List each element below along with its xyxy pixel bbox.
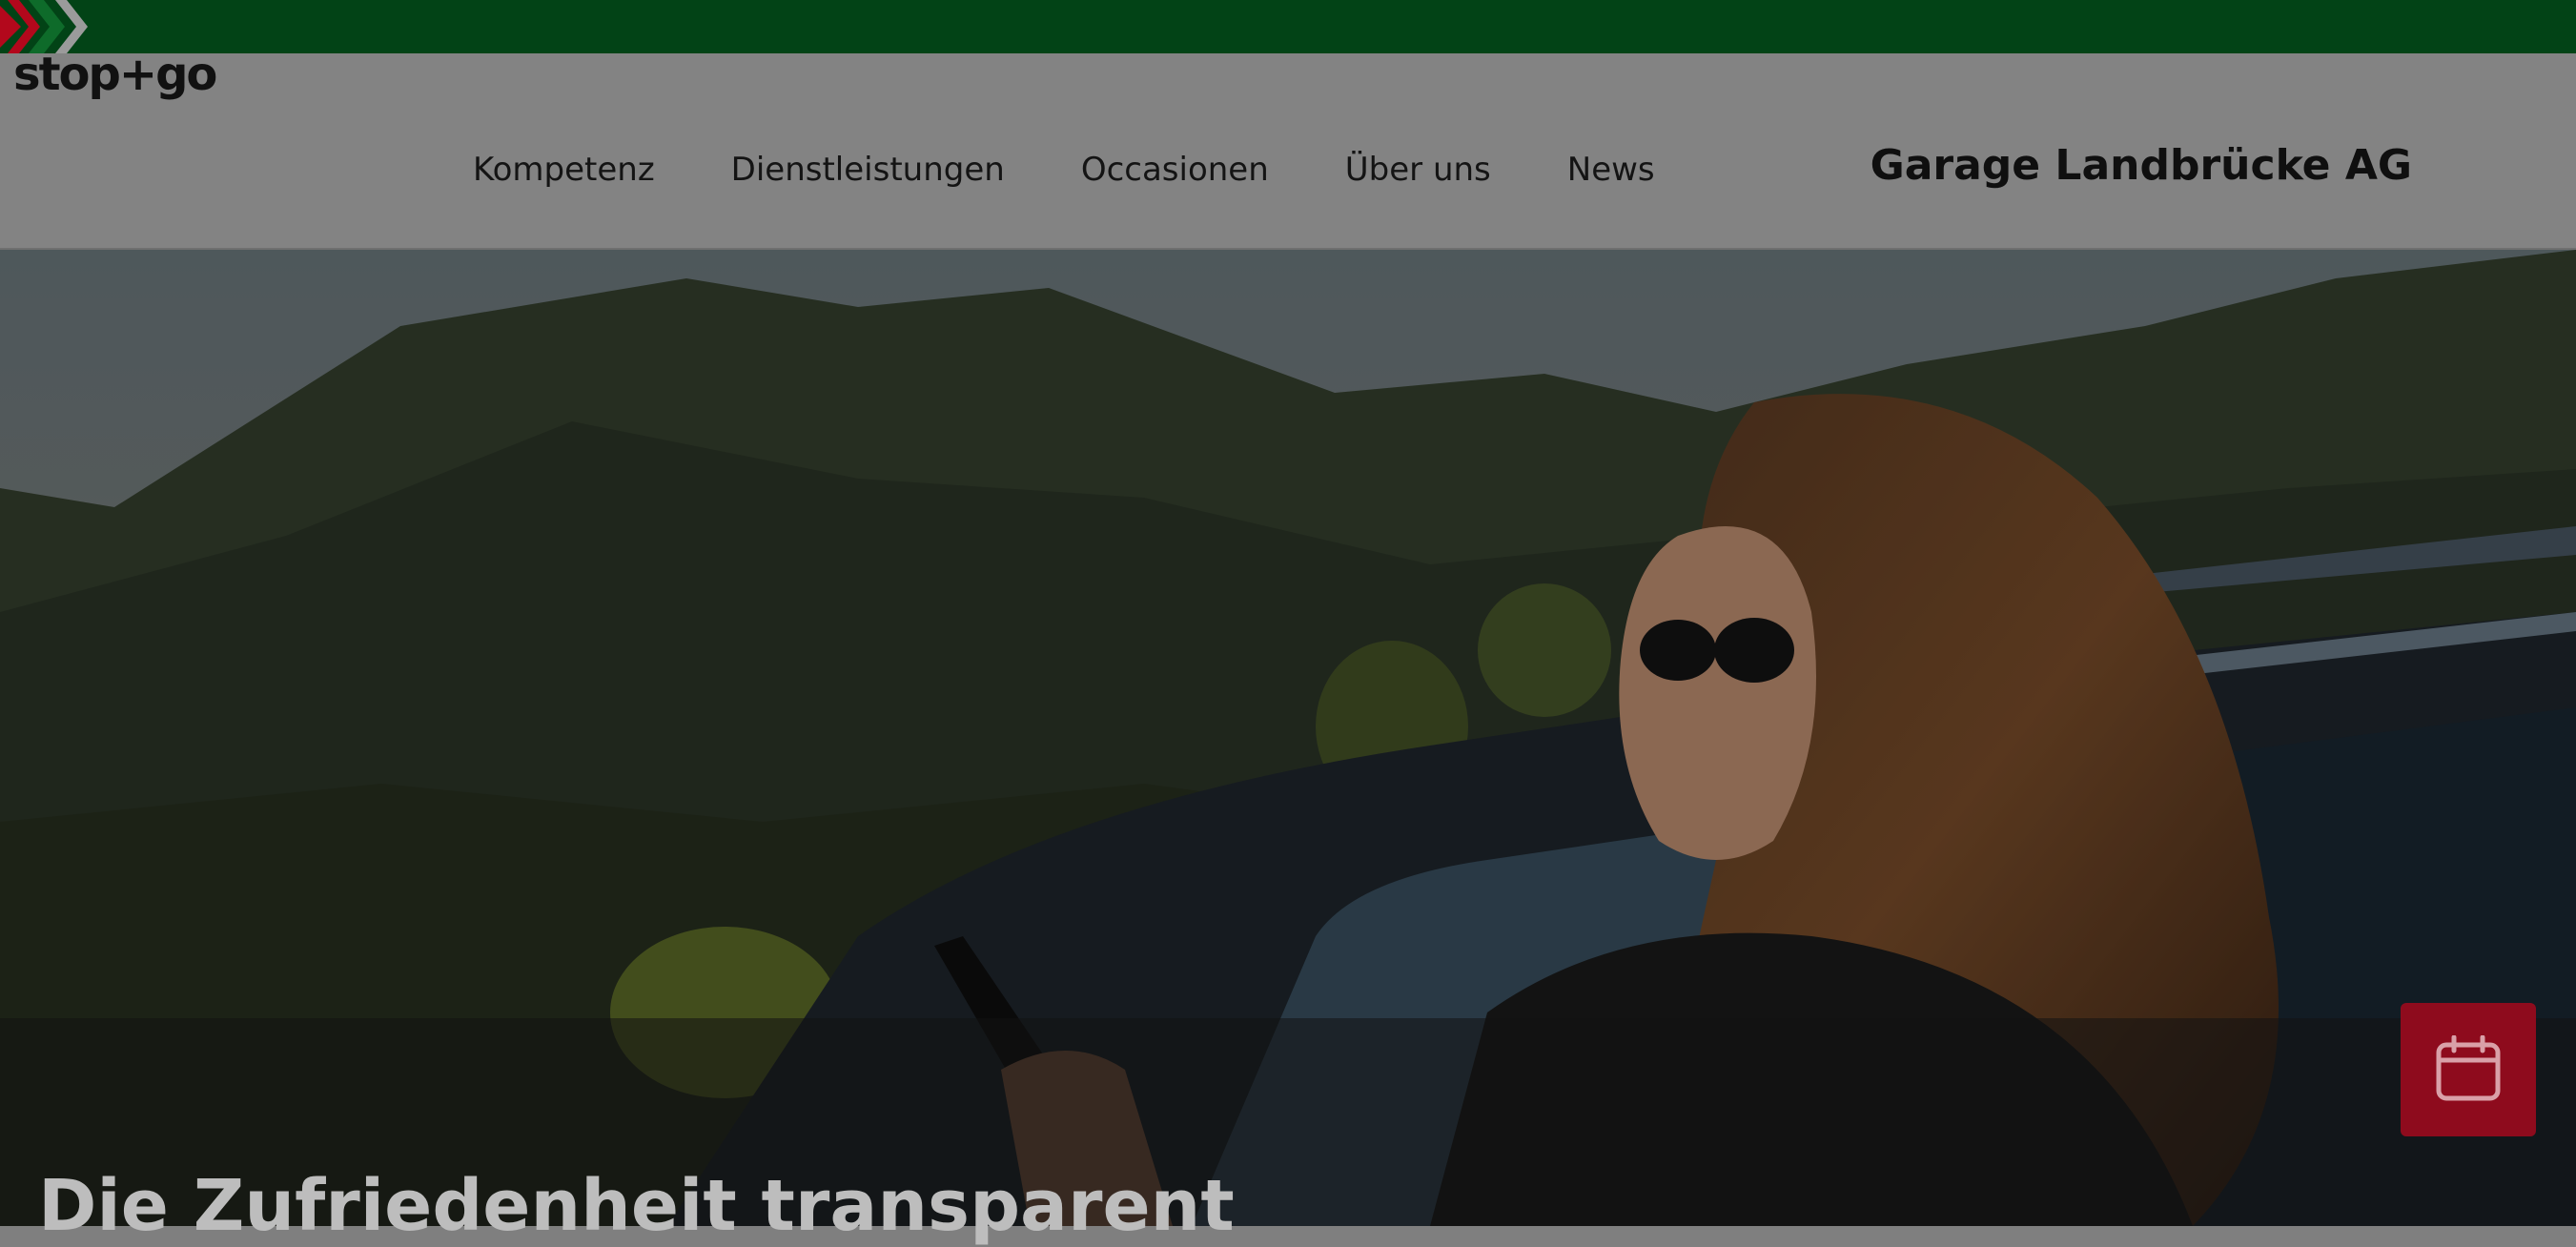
hero-headline: Die Zufriedenheit transparent — [38, 1165, 1235, 1247]
nav-item-ueber-uns[interactable]: Über uns — [1345, 151, 1491, 189]
nav-item-news[interactable]: News — [1567, 151, 1655, 189]
stop-go-logo[interactable]: stop+go — [0, 0, 217, 105]
nav-item-occasionen[interactable]: Occasionen — [1081, 151, 1269, 189]
logo-text: stop+go — [13, 48, 217, 101]
main-nav: Kompetenz Dienstleistungen Occasionen Üb… — [473, 151, 1731, 189]
nav-item-kompetenz[interactable]: Kompetenz — [473, 151, 655, 189]
appointment-calendar-button[interactable] — [2401, 1003, 2536, 1136]
calendar-icon — [2436, 1035, 2501, 1101]
company-name[interactable]: Garage Landbrücke AG — [1871, 141, 2412, 190]
logo-chevrons-icon — [0, 0, 88, 53]
top-brand-bar — [0, 0, 2576, 53]
nav-item-dienstleistungen[interactable]: Dienstleistungen — [731, 151, 1005, 189]
